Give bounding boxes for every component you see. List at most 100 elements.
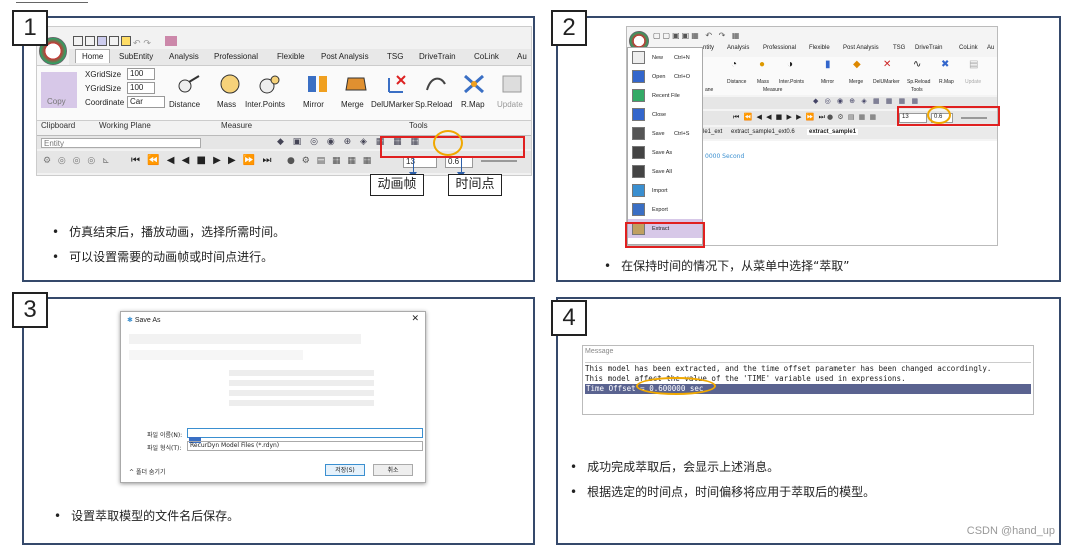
distance-icon[interactable]: ◔	[731, 59, 737, 70]
save-as-dialog: ✱ Save As ✕ 파일 이름(N): 파일 이름(N): 파일 형식(T)…	[120, 311, 426, 483]
quick-access-toolbar[interactable]: ↶ ↷	[73, 31, 213, 49]
ribbon-body: Copy XGridSize 100 YGridSize 100 Coordin…	[37, 65, 531, 121]
tab-au[interactable]: Au	[517, 52, 527, 61]
dialog-title-text: Save As	[134, 317, 161, 324]
mirror-icon[interactable]	[305, 72, 331, 96]
coordinate-label: Coordinate	[85, 98, 125, 107]
record-tools-icon[interactable]: ● ⚙ ▤ ▦ ▦	[827, 113, 877, 121]
tab-post-analysis[interactable]: Post Analysis	[321, 52, 369, 61]
mass-label: Mass	[217, 100, 237, 109]
filetype-select[interactable]: RecurDyn Model Files (*.rdyn)	[187, 441, 423, 451]
record-tools-icon[interactable]: ● ⚙ ▤ ▦ ▦ ▦	[287, 156, 373, 166]
work-area: 0000 Second	[703, 141, 997, 245]
tab-analysis[interactable]: Analysis	[727, 45, 749, 51]
merge-icon[interactable]	[343, 72, 369, 96]
watermark: CSDN @hand_up	[966, 525, 1055, 537]
coordinate-select[interactable]: Car	[127, 96, 165, 108]
inter-points-icon[interactable]: ◑	[787, 59, 793, 70]
panel-1-bullets: 仿真结束后，播放动画，选择所需时间。 可以设置需要的动画帧或时间点进行。	[52, 220, 285, 270]
merge-icon[interactable]: ◆	[853, 59, 861, 70]
tab-drivetrain[interactable]: DriveTrain	[915, 45, 942, 51]
arrow-frame	[409, 158, 417, 178]
tab-home[interactable]: Home	[75, 49, 111, 63]
tab-drivetrain[interactable]: DriveTrain	[419, 52, 456, 61]
doc-tab[interactable]: le1_ext	[703, 129, 722, 135]
clipboard-group-label: Clipboard	[41, 121, 76, 130]
doc-tab-active[interactable]: extract_sample1	[807, 129, 859, 135]
tab-tsg[interactable]: TSG	[893, 45, 905, 51]
delumarker-icon[interactable]	[383, 72, 409, 96]
tab-professional[interactable]: Professional	[763, 45, 796, 51]
tab-subentity[interactable]: SubEntity	[119, 52, 153, 61]
playback-controls-icon[interactable]: ⏮ ⏪ ◀ ◀ ■ ▶ ▶ ⏩ ⏭	[131, 155, 274, 166]
menu-item-recent-file[interactable]: Recent File	[628, 86, 702, 105]
menu-item-icon	[632, 127, 645, 140]
tab-professional[interactable]: Professional	[214, 52, 258, 61]
time-status-text: 0000 Second	[705, 153, 745, 160]
tab-flexible[interactable]: Flexible	[809, 45, 830, 51]
menu-item-label: Recent File	[652, 93, 680, 99]
menu-item-save[interactable]: Save Ctrl+S	[628, 124, 702, 143]
mass-icon[interactable]	[217, 72, 243, 96]
xgrid-input[interactable]: 100	[127, 68, 155, 80]
tab-analysis[interactable]: Analysis	[169, 52, 199, 61]
tab-entity[interactable]: ntity	[703, 45, 714, 51]
tab-colink[interactable]: CoLink	[959, 45, 978, 51]
tab-colink[interactable]: CoLink	[474, 52, 499, 61]
menu-item-shortcut: Ctrl+N	[674, 55, 690, 61]
mirror-label: Mirror	[303, 100, 324, 109]
sp-reload-icon[interactable]	[423, 72, 449, 96]
save-button[interactable]: 저장(S)	[325, 464, 365, 476]
mass-icon[interactable]: ●	[759, 59, 765, 70]
time-slider[interactable]	[481, 160, 517, 162]
bullet: 可以设置需要的动画帧或时间点进行。	[52, 245, 285, 270]
menu-item-close[interactable]: Close	[628, 105, 702, 124]
mirror-icon[interactable]: ▮	[825, 59, 831, 70]
doc-tab[interactable]: extract_sample1_ext0.6	[731, 129, 795, 135]
tab-tsg[interactable]: TSG	[387, 52, 403, 61]
inter-points-icon[interactable]	[257, 72, 283, 96]
hide-folders-toggle[interactable]: ^ 폴더 숨기기	[129, 467, 165, 476]
bullet: 在保持时间的情况下，从菜单中选择“萃取”	[604, 254, 849, 279]
delumarker-icon[interactable]: ✕	[883, 59, 891, 70]
menu-item-new[interactable]: New Ctrl+N	[628, 48, 702, 67]
rmap-icon[interactable]: ✖	[941, 59, 949, 70]
menu-item-import[interactable]: Import	[628, 181, 702, 200]
cancel-button[interactable]: 취소	[373, 464, 413, 476]
update-icon[interactable]	[499, 72, 525, 96]
distance-icon[interactable]	[177, 72, 203, 96]
update-icon[interactable]: ▤	[969, 59, 978, 70]
copy-button[interactable]: Copy	[41, 72, 77, 108]
tab-au[interactable]: Au	[987, 45, 994, 51]
menu-item-open[interactable]: Open Ctrl+O	[628, 67, 702, 86]
tab-flexible[interactable]: Flexible	[277, 52, 305, 61]
step-number: 1	[12, 10, 48, 46]
bullet: 设置萃取模型的文件名后保存。	[54, 504, 239, 529]
menu-item-label: Close	[652, 112, 667, 118]
sp-reload-label: Sp.Reload	[907, 79, 931, 85]
menu-item-export[interactable]: Export	[628, 200, 702, 219]
entity-input[interactable]: Entity	[41, 138, 201, 148]
merge-label: Merge	[341, 100, 364, 109]
delumarker-label: DelUMarker	[873, 79, 900, 85]
inter-points-label: Inter.Points	[245, 100, 286, 109]
filename-input[interactable]	[187, 428, 423, 443]
rmap-icon[interactable]	[461, 72, 487, 96]
ygrid-input[interactable]: 100	[127, 82, 155, 94]
playback-controls-icon[interactable]: ⏮ ⏪ ◀ ◀ ■ ▶ ▶ ⏩ ⏭	[733, 113, 826, 122]
panel-1: ↶ ↷ Home SubEntity Analysis Professional…	[22, 16, 535, 282]
animation-misc-icon[interactable]: ⚙ ◎ ◎ ◎ ⊾	[43, 156, 112, 166]
app-screenshot: ▢▢▣▣▦ ↶ ↷ ▦ ntity Analysis Professional …	[626, 26, 998, 246]
label-time: 时间点	[448, 174, 502, 196]
sp-reload-icon[interactable]: ∿	[913, 59, 921, 70]
distance-label: Distance	[169, 100, 201, 109]
chevron-up-icon: ^	[129, 469, 135, 476]
menu-item-save-all[interactable]: Save All	[628, 162, 702, 181]
menu-item-save-as[interactable]: Save As	[628, 143, 702, 162]
close-button[interactable]: ✕	[411, 314, 419, 324]
panel-4: Message This model has been extracted, a…	[556, 297, 1061, 545]
bullet: 仿真结束后，播放动画，选择所需时间。	[52, 220, 285, 245]
quick-access-toolbar[interactable]: ▢▢▣▣▦ ↶ ↷ ▦	[653, 31, 741, 40]
tools-group-label: Tools	[409, 121, 428, 130]
tab-post-analysis[interactable]: Post Analysis	[843, 45, 879, 51]
